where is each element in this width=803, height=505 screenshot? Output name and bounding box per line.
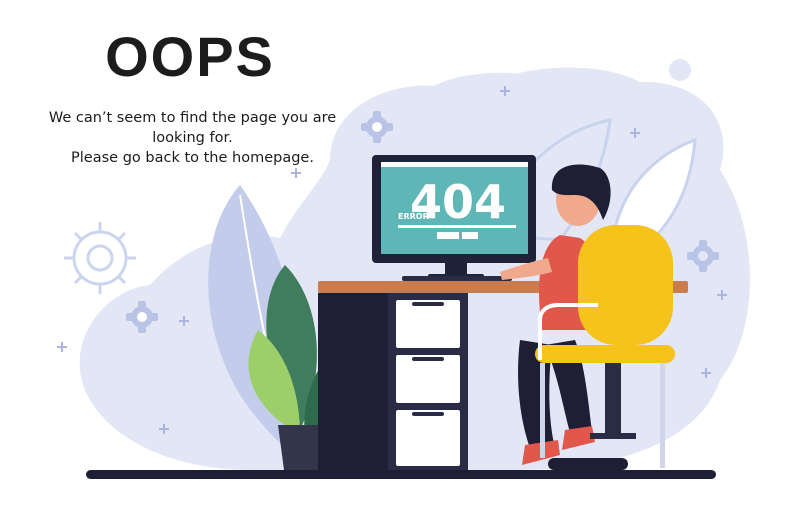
screen-button	[462, 232, 478, 239]
gear-large-outline-icon	[64, 222, 136, 294]
message-line: looking for.	[152, 130, 233, 146]
not-found-page: 404 ERROR OOPS We can’t seem to find the…	[0, 0, 803, 505]
page-title: OOPS	[105, 25, 275, 88]
drawer	[396, 355, 460, 403]
desk-leg	[318, 293, 388, 473]
chair-seat	[535, 345, 675, 363]
floor-line	[86, 470, 716, 479]
background-blob-small	[430, 72, 560, 110]
drawer	[396, 300, 460, 348]
chair-leg	[660, 363, 665, 468]
chair-leg	[540, 363, 545, 458]
keyboard	[402, 276, 512, 281]
error-message: We can’t seem to find the page you are l…	[40, 108, 345, 168]
chair-base	[548, 458, 628, 470]
chair-post	[605, 363, 621, 433]
message-line: We can’t seem to find the page you are	[48, 110, 337, 126]
monitor-stand	[445, 263, 467, 275]
drawer	[396, 410, 460, 466]
message-line: Please go back to the homepage.	[71, 150, 314, 166]
background-dot	[669, 59, 691, 81]
chair-back	[578, 225, 673, 345]
screen-button	[437, 232, 459, 239]
error-label: ERROR	[398, 212, 429, 221]
